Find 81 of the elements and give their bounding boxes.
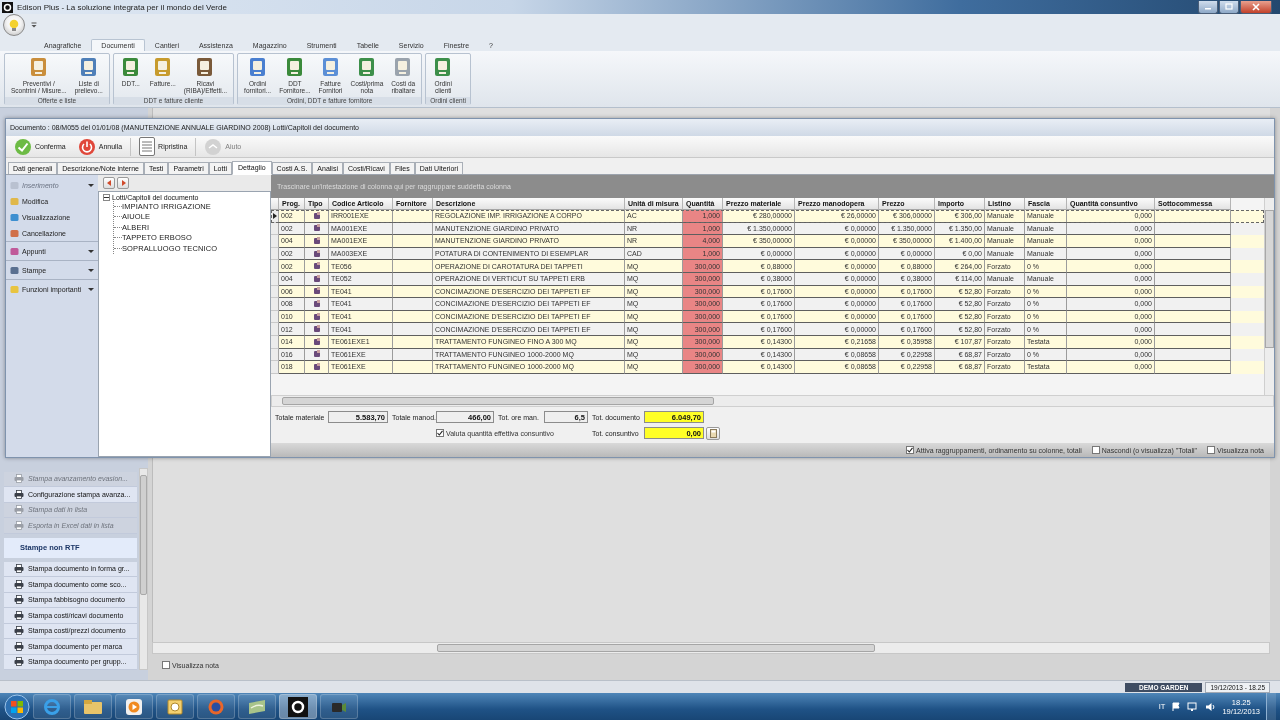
printer-icon — [14, 489, 24, 499]
item-type-icon — [312, 312, 321, 321]
collapse-toggle[interactable] — [103, 194, 110, 201]
start-button[interactable] — [4, 693, 30, 720]
network-icon[interactable] — [1187, 701, 1200, 712]
checkbox[interactable] — [1091, 446, 1100, 454]
item-type-icon — [312, 249, 321, 258]
next-button[interactable] — [117, 177, 129, 189]
printer-icon — [14, 579, 24, 589]
checkbox[interactable] — [906, 446, 915, 454]
scrollbar[interactable] — [139, 468, 148, 670]
power-icon — [77, 137, 96, 156]
item-type-icon — [312, 237, 321, 245]
table-cell — [393, 323, 433, 336]
close-button[interactable] — [1240, 0, 1272, 14]
app-icon — [2, 1, 13, 13]
caret-icon — [88, 249, 94, 253]
table-cell — [393, 272, 433, 286]
item-type-icon — [312, 362, 321, 371]
item-type-icon — [312, 299, 321, 308]
browser-icon — [43, 697, 61, 716]
minimize-button[interactable] — [1198, 0, 1218, 14]
printer-icon — [14, 564, 24, 574]
window-title: Edison Plus - La soluzione integrata per il mondo del Verde — [17, 2, 227, 12]
list-icon — [139, 137, 156, 156]
table-cell — [393, 335, 433, 349]
map-icon — [247, 698, 267, 715]
play-icon — [125, 697, 143, 716]
maximize-button[interactable] — [1219, 0, 1239, 14]
printer-icon — [14, 595, 24, 605]
table-cell — [393, 235, 433, 248]
maximize-icon — [1225, 3, 1233, 10]
taskbar-button[interactable] — [115, 694, 153, 719]
caret-icon — [88, 268, 94, 272]
calculator-icon — [709, 428, 717, 438]
flag-icon[interactable] — [1171, 701, 1182, 712]
item-type-icon — [312, 325, 321, 334]
checkbox[interactable] — [436, 429, 444, 437]
check-icon — [14, 137, 32, 156]
item-type-icon — [312, 350, 321, 359]
item-type-icon — [312, 287, 321, 296]
calendar-icon — [166, 697, 184, 716]
item-type-icon — [312, 224, 321, 233]
item-type-icon — [312, 211, 321, 220]
show-desktop-button[interactable] — [1266, 693, 1276, 720]
printer-icon — [14, 641, 24, 651]
printer-icon — [14, 657, 24, 667]
printer-icon — [14, 626, 24, 636]
printer-icon — [14, 474, 24, 484]
scrollbar[interactable] — [271, 395, 1274, 407]
item-type-icon — [312, 262, 321, 271]
folder-icon — [83, 698, 103, 715]
item-type-icon — [312, 274, 321, 283]
taskbar-button[interactable] — [279, 694, 317, 719]
printer-icon — [14, 505, 24, 515]
lightbulb-icon — [9, 18, 19, 32]
globe-icon — [207, 697, 225, 716]
table-cell — [393, 260, 433, 273]
scrollbar[interactable] — [152, 642, 1270, 654]
left-arrow-icon — [106, 180, 112, 186]
dropdown-icon[interactable] — [31, 22, 37, 28]
calculator-button[interactable] — [706, 426, 720, 440]
scrollbar[interactable] — [1264, 198, 1274, 395]
taskbar-button[interactable] — [156, 694, 194, 719]
checkbox[interactable] — [1207, 446, 1216, 454]
corner-cell — [271, 198, 279, 210]
table-cell — [393, 298, 433, 311]
previous-button[interactable] — [103, 177, 115, 189]
right-arrow-icon — [120, 180, 126, 186]
printer-icon — [14, 520, 24, 530]
close-icon — [1252, 2, 1260, 11]
caret-icon — [88, 183, 94, 187]
item-type-icon — [312, 337, 321, 346]
checkbox[interactable] — [162, 661, 170, 669]
table-cell — [393, 361, 433, 374]
speaker-icon[interactable] — [1205, 701, 1217, 712]
app-icon — [288, 696, 308, 717]
application-button[interactable] — [3, 14, 25, 36]
table-cell — [393, 210, 433, 223]
caret-icon — [88, 287, 94, 291]
printer-icon — [14, 610, 24, 620]
